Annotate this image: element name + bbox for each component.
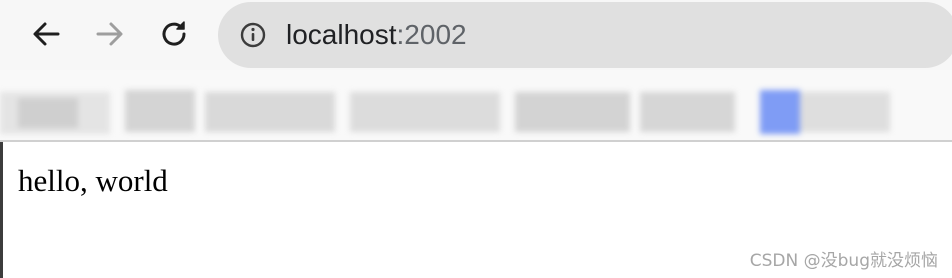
back-button[interactable] [26,14,66,54]
url-text[interactable]: localhost:2002 [286,17,467,53]
bookmarks-bar [0,70,952,140]
watermark: CSDN @没bug就没烦恼 [749,251,938,271]
url-port: 2002 [404,19,467,50]
browser-toolbar: localhost:2002 [0,0,952,70]
reload-icon [162,21,186,46]
arrow-left-icon [33,22,60,46]
forward-button[interactable] [90,14,130,54]
reload-button[interactable] [154,14,194,54]
info-icon[interactable] [240,22,266,48]
arrow-right-icon [96,22,123,46]
page-body-text: hello, world [18,163,168,198]
address-bar[interactable]: localhost:2002 [218,2,952,68]
content-divider [0,140,952,142]
url-host: localhost [286,19,397,50]
blurred-bookmarks [0,70,952,140]
